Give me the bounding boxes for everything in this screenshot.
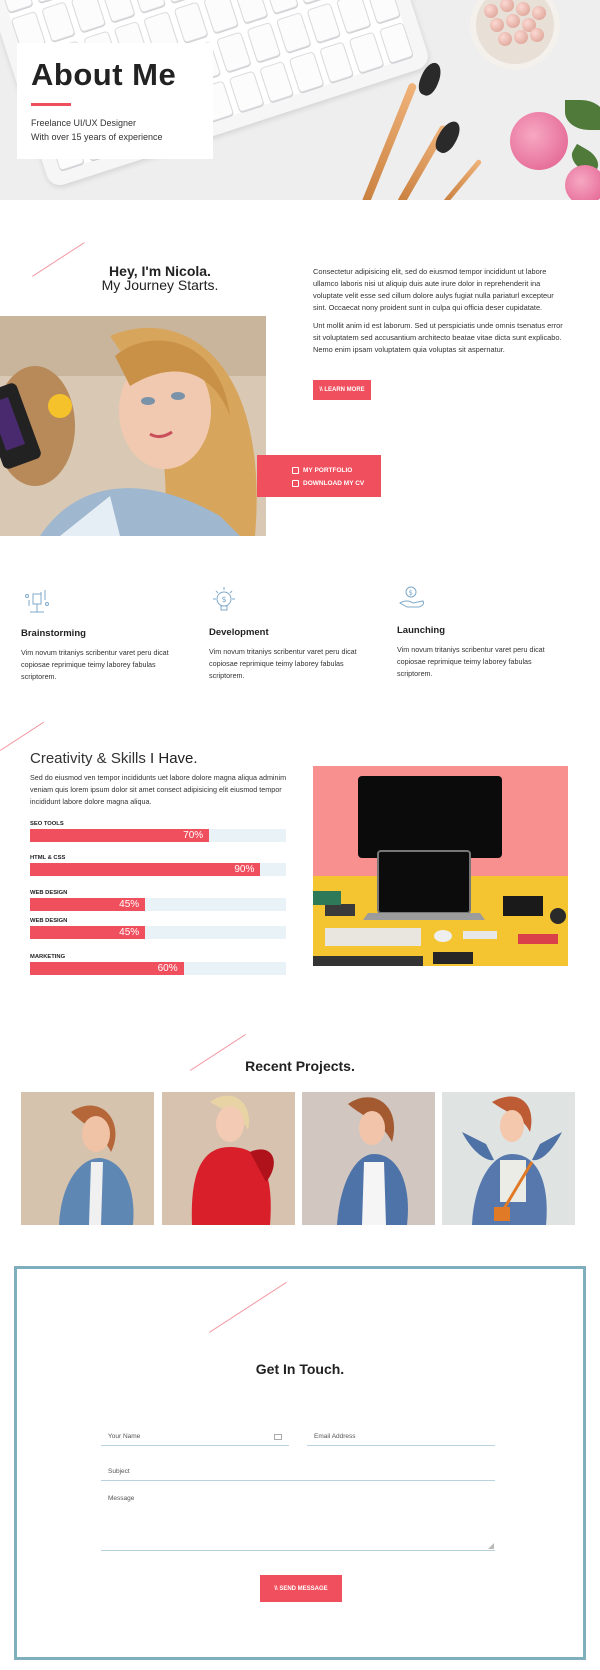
project-thumbnail[interactable]: [302, 1092, 435, 1225]
feature-title: Development: [209, 627, 269, 638]
email-field[interactable]: Email Address: [307, 1428, 495, 1446]
resize-handle-icon[interactable]: [488, 1543, 494, 1549]
skill-label: WEB DESIGN: [30, 890, 68, 896]
edit-icon: [292, 467, 299, 474]
skill-label: HTML & CSS: [30, 855, 66, 861]
skill-track: 90%: [30, 863, 286, 876]
skill-bar: WEB DESIGN 45%: [30, 918, 286, 939]
hero-title-card: About Me Freelance UI/UX Designer With o…: [17, 43, 213, 159]
skill-label: WEB DESIGN: [30, 918, 68, 924]
skill-track: 70%: [30, 829, 286, 842]
project-thumbnail[interactable]: [162, 1092, 295, 1225]
intro-heading: Hey, I'm Nicola. My Journey Starts.: [60, 264, 260, 292]
feature-title: Launching: [397, 625, 446, 636]
project-thumbnail[interactable]: [442, 1092, 575, 1225]
skills-description: Sed do eiusmod ven tempor incididunts ue…: [30, 773, 287, 806]
intro-heading-line2: My Journey Starts.: [101, 277, 219, 293]
intro-paragraph-2: Unt mollit anim id est laborum. Sed ut p…: [313, 321, 563, 354]
email-placeholder: Email Address: [314, 1433, 356, 1440]
subject-placeholder: Subject: [108, 1468, 130, 1475]
cta-box: MY PORTFOLIO DOWNLOAD MY CV: [257, 455, 381, 497]
message-field[interactable]: Message: [101, 1495, 495, 1551]
skill-track: 60%: [30, 962, 286, 975]
send-message-button[interactable]: \\ SEND MESSAGE: [260, 1575, 342, 1602]
skill-fill: 45%: [30, 926, 146, 939]
svg-text:$: $: [409, 589, 413, 597]
contact-heading: Get In Touch.: [255, 1361, 345, 1377]
skill-fill: 60%: [30, 962, 184, 975]
hero-subtitle-line1: Freelance UI/UX Designer: [31, 118, 137, 128]
skill-bar: MARKETING 60%: [30, 954, 286, 975]
decorative-slash: [209, 1281, 287, 1333]
svg-text:$: $: [222, 595, 227, 604]
feature-title: Brainstorming: [21, 628, 86, 639]
project-thumbnail[interactable]: [21, 1092, 154, 1225]
message-placeholder: Message: [108, 1495, 135, 1502]
intro-text: Consectetur adipisicing elit, sed do eiu…: [313, 266, 563, 356]
skill-fill: 70%: [30, 829, 210, 842]
skill-fill: 45%: [30, 898, 146, 911]
feature-launching: $ Launching Vim novum tritaniys scribent…: [397, 583, 547, 680]
skill-fill: 90%: [30, 863, 261, 876]
download-cv-link[interactable]: DOWNLOAD MY CV: [292, 477, 381, 490]
portfolio-label: MY PORTFOLIO: [303, 467, 353, 474]
skill-bar: HTML & CSS 90%: [30, 855, 286, 876]
learn-more-button[interactable]: \\ LEARN MORE: [313, 380, 371, 400]
name-placeholder: Your Name: [108, 1433, 141, 1440]
feature-development: $ Development Vim novum tritaniys scribe…: [209, 585, 359, 682]
edit-icon: [292, 480, 299, 487]
skill-bar: WEB DESIGN 45%: [30, 890, 286, 911]
development-icon: $: [209, 585, 239, 615]
skills-heading: Creativity & Skills I Have.: [30, 750, 198, 767]
intro-heading-line1: Hey, I'm Nicola.: [109, 263, 211, 279]
portfolio-link[interactable]: MY PORTFOLIO: [292, 464, 381, 477]
subject-field[interactable]: Subject: [101, 1463, 495, 1481]
brainstorm-icon: [21, 586, 51, 616]
page-title: About Me: [31, 57, 177, 92]
pearl-jar-image: [470, 0, 560, 70]
name-field[interactable]: Your Name: [101, 1428, 289, 1446]
portrait-photo: [0, 316, 266, 536]
hero-banner: About Me Freelance UI/UX Designer With o…: [0, 0, 600, 200]
skill-track: 45%: [30, 926, 286, 939]
feature-text: Vim novum tritaniys scribentur varet per…: [397, 645, 545, 678]
download-cv-label: DOWNLOAD MY CV: [303, 480, 365, 487]
title-underline: [31, 103, 71, 106]
skill-label: MARKETING: [30, 954, 66, 960]
contact-card-icon: [274, 1433, 282, 1440]
hero-subtitle-line2: With over 15 years of experience: [31, 132, 163, 142]
decorative-slash: [0, 721, 45, 751]
projects-heading: Recent Projects.: [245, 1058, 355, 1074]
feature-brainstorming: Brainstorming Vim novum tritaniys scribe…: [21, 586, 171, 683]
skill-label: SEO TOOLS: [30, 821, 64, 827]
contact-section: Get In Touch. Your Name Email Address Su…: [14, 1266, 586, 1660]
intro-paragraph-1: Consectetur adipisicing elit, sed do eiu…: [313, 267, 554, 312]
skill-bar: SEO TOOLS 70%: [30, 821, 286, 842]
skills-heading-bold: I Have.: [150, 750, 198, 767]
workspace-photo: [313, 766, 568, 966]
feature-text: Vim novum tritaniys scribentur varet per…: [209, 647, 357, 680]
skill-track: 45%: [30, 898, 286, 911]
launching-icon: $: [397, 583, 427, 613]
skills-heading-light: Creativity & Skills: [30, 750, 146, 767]
feature-text: Vim novum tritaniys scribentur varet per…: [21, 648, 169, 681]
